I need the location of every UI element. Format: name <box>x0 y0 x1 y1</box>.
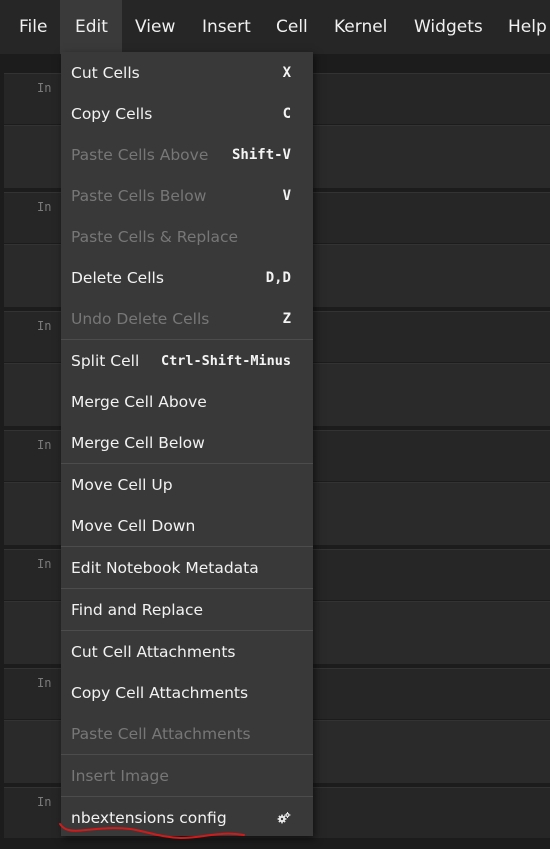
menu-item-label: Merge Cell Above <box>71 392 207 411</box>
menu-item-split-cell[interactable]: Split Cell Ctrl-Shift-Minus <box>61 340 313 381</box>
shortcut-label: Shift-V <box>231 146 291 163</box>
menu-item-move-cell-up[interactable]: Move Cell Up <box>61 464 313 505</box>
menu-item-paste-cells-replace[interactable]: Paste Cells & Replace <box>61 216 313 257</box>
menu-item-paste-cells-above[interactable]: Paste Cells Above Shift-V <box>61 134 313 175</box>
menu-widgets[interactable]: Widgets <box>414 0 483 54</box>
menu-item-label: Insert Image <box>71 766 169 785</box>
shortcut-label: D,D <box>265 269 291 286</box>
menu-item-insert-image[interactable]: Insert Image <box>61 755 313 796</box>
menu-item-merge-cell-above[interactable]: Merge Cell Above <box>61 381 313 422</box>
menu-item-label: Edit Notebook Metadata <box>71 558 259 577</box>
shortcut-label: X <box>282 64 291 81</box>
menu-item-edit-notebook-metadata[interactable]: Edit Notebook Metadata <box>61 547 313 588</box>
menu-item-label: Split Cell <box>71 351 140 370</box>
menu-item-label: Paste Cells & Replace <box>71 227 239 246</box>
menu-item-label: Cut Cell Attachments <box>71 642 236 661</box>
menu-item-label: Cut Cells <box>71 63 140 82</box>
menu-item-paste-cell-attachments[interactable]: Paste Cell Attachments <box>61 713 313 754</box>
menu-item-copy-cells[interactable]: Copy Cells C <box>61 93 313 134</box>
menu-item-label: Paste Cells Below <box>71 186 207 205</box>
menu-item-merge-cell-below[interactable]: Merge Cell Below <box>61 422 313 463</box>
edit-menu-dropdown: Cut Cells X Copy Cells C Paste Cells Abo… <box>61 52 313 836</box>
menu-item-label: Paste Cells Above <box>71 145 209 164</box>
gears-icon <box>277 811 291 823</box>
shortcut-label: C <box>282 105 291 122</box>
menu-item-delete-cells[interactable]: Delete Cells D,D <box>61 257 313 298</box>
menu-item-cut-cell-attachments[interactable]: Cut Cell Attachments <box>61 631 313 672</box>
menu-file[interactable]: File <box>0 0 61 54</box>
menu-item-label: Find and Replace <box>71 600 204 619</box>
menu-item-find-and-replace[interactable]: Find and Replace <box>61 589 313 630</box>
menu-view[interactable]: View <box>135 0 175 54</box>
menu-cell[interactable]: Cell <box>276 0 308 54</box>
menu-item-label: Copy Cell Attachments <box>71 683 249 702</box>
menu-bar: File Edit View Insert Cell Kernel Widget… <box>0 0 550 54</box>
menu-help[interactable]: Help <box>508 0 547 54</box>
menu-item-undo-delete-cells[interactable]: Undo Delete Cells Z <box>61 298 313 339</box>
menu-item-move-cell-down[interactable]: Move Cell Down <box>61 505 313 546</box>
menu-item-label: Merge Cell Below <box>71 433 205 452</box>
menu-insert[interactable]: Insert <box>202 0 251 54</box>
menu-item-cut-cells[interactable]: Cut Cells X <box>61 52 313 93</box>
menu-item-label: Move Cell Down <box>71 516 196 535</box>
shortcut-label: Ctrl-Shift-Minus <box>160 352 291 369</box>
menu-item-copy-cell-attachments[interactable]: Copy Cell Attachments <box>61 672 313 713</box>
menu-item-label: Delete Cells <box>71 268 164 287</box>
menu-item-label: Paste Cell Attachments <box>71 724 251 743</box>
menu-edit[interactable]: Edit <box>60 0 122 54</box>
menu-item-label: Undo Delete Cells <box>71 309 210 328</box>
menu-item-label: Move Cell Up <box>71 475 173 494</box>
menu-item-label: Copy Cells <box>71 104 153 123</box>
red-underline-annotation <box>59 823 245 840</box>
shortcut-label: V <box>282 187 291 204</box>
menu-item-paste-cells-below[interactable]: Paste Cells Below V <box>61 175 313 216</box>
menu-kernel[interactable]: Kernel <box>334 0 387 54</box>
shortcut-label: Z <box>282 310 291 327</box>
